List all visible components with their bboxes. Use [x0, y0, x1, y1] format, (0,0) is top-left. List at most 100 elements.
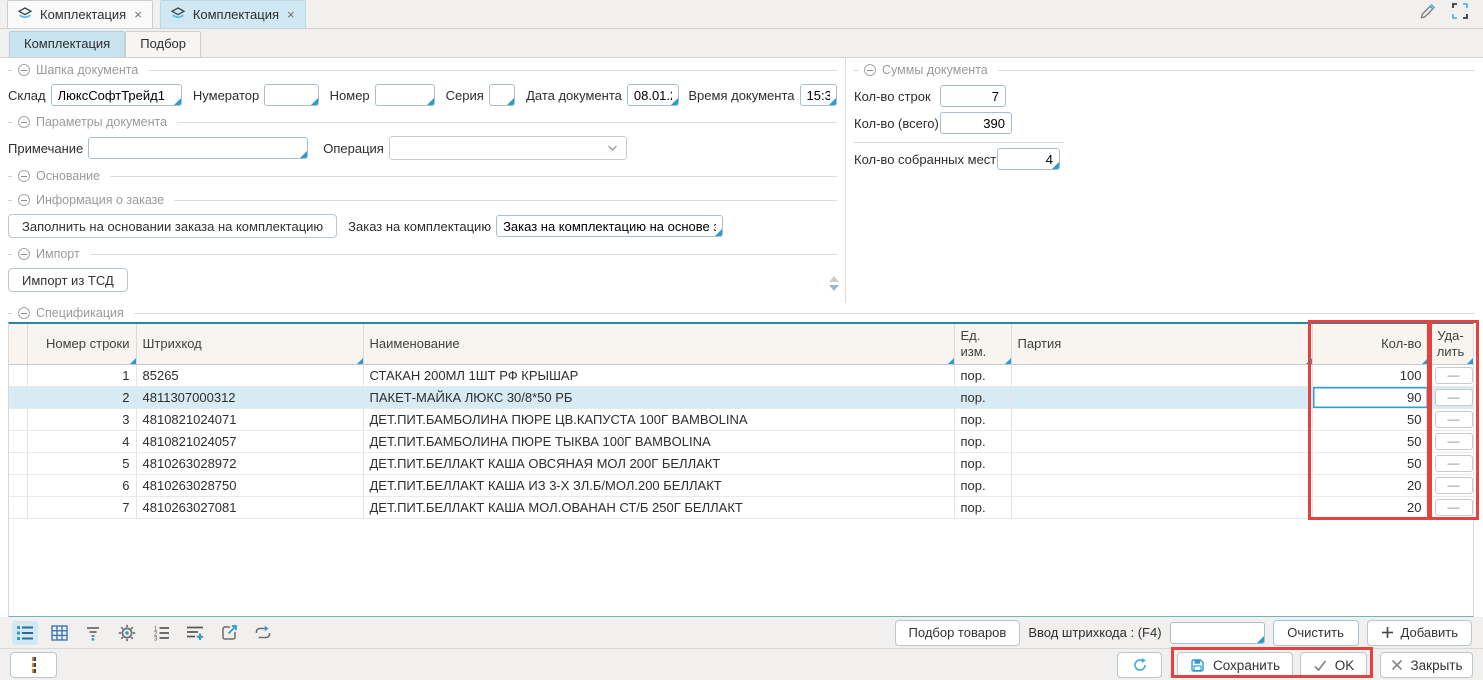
cell-num: 7 [27, 496, 136, 518]
import-tsd-button[interactable]: Импорт из ТСД [8, 268, 128, 292]
save-button[interactable]: Сохранить [1177, 652, 1293, 678]
col-header-unit[interactable]: Ед. изм. [954, 324, 1011, 364]
collapse-minus-icon[interactable] [18, 64, 30, 76]
fill-from-order-button[interactable]: Заполнить на основании заказа на комплек… [8, 214, 337, 238]
collapse-minus-icon[interactable] [18, 116, 30, 128]
cell-qty[interactable]: 100 [1312, 364, 1428, 386]
clear-button[interactable]: Очистить [1273, 620, 1359, 646]
cell-name: ДЕТ.ПИТ.БЕЛЛАКТ КАША ОВСЯНАЯ МОЛ 200Г БЕ… [363, 452, 954, 474]
more-options-button[interactable] [10, 652, 57, 678]
warehouse-field-wrap [51, 84, 182, 106]
grid-toolbar: 123 Подбор товаров Ввод штрихкода : (F4)… [0, 617, 1483, 648]
collapse-minus-icon[interactable] [18, 170, 30, 182]
tab-podbor[interactable]: Подбор [125, 31, 201, 57]
delete-row-button[interactable]: — [1435, 389, 1473, 406]
cell-batch [1011, 364, 1312, 386]
window-tab-komplektacia-1[interactable]: Комплектация × [7, 0, 153, 28]
cell-qty-editor[interactable]: 90 [1312, 386, 1428, 408]
delete-row-button[interactable]: — [1435, 499, 1473, 516]
number-input[interactable] [375, 84, 435, 106]
collapse-minus-icon[interactable] [864, 64, 876, 76]
doc-time-label: Время документа [688, 88, 794, 103]
delete-row-button[interactable]: — [1435, 367, 1473, 384]
barcode-input[interactable] [1170, 622, 1265, 644]
operation-select[interactable] [389, 136, 627, 160]
note-input[interactable] [88, 137, 308, 159]
row-indicator [9, 452, 27, 474]
cell-batch [1011, 386, 1312, 408]
table-row[interactable]: 4 4810821024057 ДЕТ.ПИТ.БАМБОЛИНА ПЮРЕ Т… [9, 430, 1473, 452]
section-title: Импорт [36, 247, 80, 261]
cell-name: ДЕТ.ПИТ.БЕЛЛАКТ КАША МОЛ.ОВАНАН СТ/Б 250… [363, 496, 954, 518]
lines-count-input[interactable] [940, 85, 1006, 107]
warehouse-input[interactable] [51, 84, 182, 106]
close-button[interactable]: Закрыть [1380, 652, 1473, 678]
cell-delete: — [1428, 496, 1473, 518]
open-external-icon[interactable] [216, 621, 242, 645]
delete-row-button[interactable]: — [1435, 477, 1473, 494]
row-indicator [9, 408, 27, 430]
splitter-handle[interactable] [829, 276, 839, 291]
table-row-selected[interactable]: 2 4811307000312 ПАКЕТ-МАЙКА ЛЮКС 30/8*50… [9, 386, 1473, 408]
total-qty-input[interactable] [940, 112, 1012, 134]
note-label: Примечание [8, 141, 83, 156]
cell-name: ПАКЕТ-МАЙКА ЛЮКС 30/8*50 РБ [363, 386, 954, 408]
col-header-name[interactable]: Наименование [363, 324, 954, 364]
add-button[interactable]: Добавить [1367, 620, 1472, 646]
numerator-input[interactable] [264, 84, 318, 106]
cell-qty[interactable]: 50 [1312, 452, 1428, 474]
table-row[interactable]: 1 85265 СТАКАН 200МЛ 1ШТ РФ КРЫШАР пор. … [9, 364, 1473, 386]
grid-view-icon[interactable] [46, 621, 72, 645]
collapse-minus-icon[interactable] [18, 248, 30, 260]
table-row[interactable]: 3 4810821024071 ДЕТ.ПИТ.БАМБОЛИНА ПЮРЕ Ц… [9, 408, 1473, 430]
cell-qty[interactable]: 50 [1312, 430, 1428, 452]
row-indicator [9, 386, 27, 408]
ok-button[interactable]: OK [1300, 652, 1367, 678]
cell-delete: — [1428, 430, 1473, 452]
pencil-icon[interactable] [1418, 2, 1437, 23]
cell-qty[interactable]: 20 [1312, 496, 1428, 518]
order-input[interactable] [496, 215, 723, 237]
delete-row-button[interactable]: — [1435, 433, 1473, 450]
filter-icon[interactable] [80, 621, 106, 645]
barcode-field-wrap [1170, 622, 1265, 644]
collected-places-input[interactable] [997, 148, 1060, 170]
refresh-button[interactable] [1117, 652, 1162, 678]
list-view-icon[interactable] [12, 621, 38, 645]
col-header-batch[interactable]: Партия [1011, 324, 1312, 364]
repeat-icon[interactable] [250, 621, 276, 645]
fullscreen-icon[interactable] [1451, 2, 1469, 23]
col-header-qty[interactable]: Кол-во [1312, 324, 1428, 364]
table-row[interactable]: 7 4810263027081 ДЕТ.ПИТ.БЕЛЛАКТ КАША МОЛ… [9, 496, 1473, 518]
row-indicator-header [9, 324, 27, 364]
table-row[interactable]: 6 4810263028750 ДЕТ.ПИТ.БЕЛЛАКТ КАША ИЗ … [9, 474, 1473, 496]
col-header-barcode[interactable]: Штрихкод [136, 324, 363, 364]
table-row[interactable]: 5 4810263028972 ДЕТ.ПИТ.БЕЛЛАКТ КАША ОВС… [9, 452, 1473, 474]
window-tab-komplektacia-2[interactable]: Комплектация × [160, 0, 306, 28]
add-list-icon[interactable] [182, 621, 208, 645]
pick-goods-button[interactable]: Подбор товаров [895, 620, 1021, 646]
delete-row-button[interactable]: — [1435, 411, 1473, 428]
collapse-minus-icon[interactable] [18, 194, 30, 206]
numbered-list-icon[interactable]: 123 [148, 621, 174, 645]
cell-qty[interactable]: 50 [1312, 408, 1428, 430]
close-tab-icon[interactable]: × [286, 8, 296, 21]
doc-date-input[interactable] [627, 84, 680, 106]
document-tab-bar: Комплектация Подбор [0, 29, 1483, 58]
tab-komplektacia[interactable]: Комплектация [9, 31, 125, 57]
layers-icon [17, 7, 33, 23]
delete-row-button[interactable]: — [1435, 455, 1473, 472]
doc-date-field-wrap [627, 84, 680, 106]
series-input[interactable] [489, 84, 515, 106]
settings-gear-icon[interactable] [114, 621, 140, 645]
total-qty-field-wrap [940, 112, 1012, 134]
section-doc-params: Параметры документа [8, 112, 837, 132]
close-tab-icon[interactable]: × [133, 8, 143, 21]
cell-name: ДЕТ.ПИТ.БАМБОЛИНА ПЮРЕ ЦВ.КАПУСТА 100Г B… [363, 408, 954, 430]
collapse-minus-icon[interactable] [18, 307, 30, 319]
cell-name: СТАКАН 200МЛ 1ШТ РФ КРЫШАР [363, 364, 954, 386]
doc-time-input[interactable] [800, 84, 838, 106]
col-header-num[interactable]: Номер строки [27, 324, 136, 364]
col-header-delete[interactable]: Уда-лить [1428, 324, 1473, 364]
cell-qty[interactable]: 20 [1312, 474, 1428, 496]
